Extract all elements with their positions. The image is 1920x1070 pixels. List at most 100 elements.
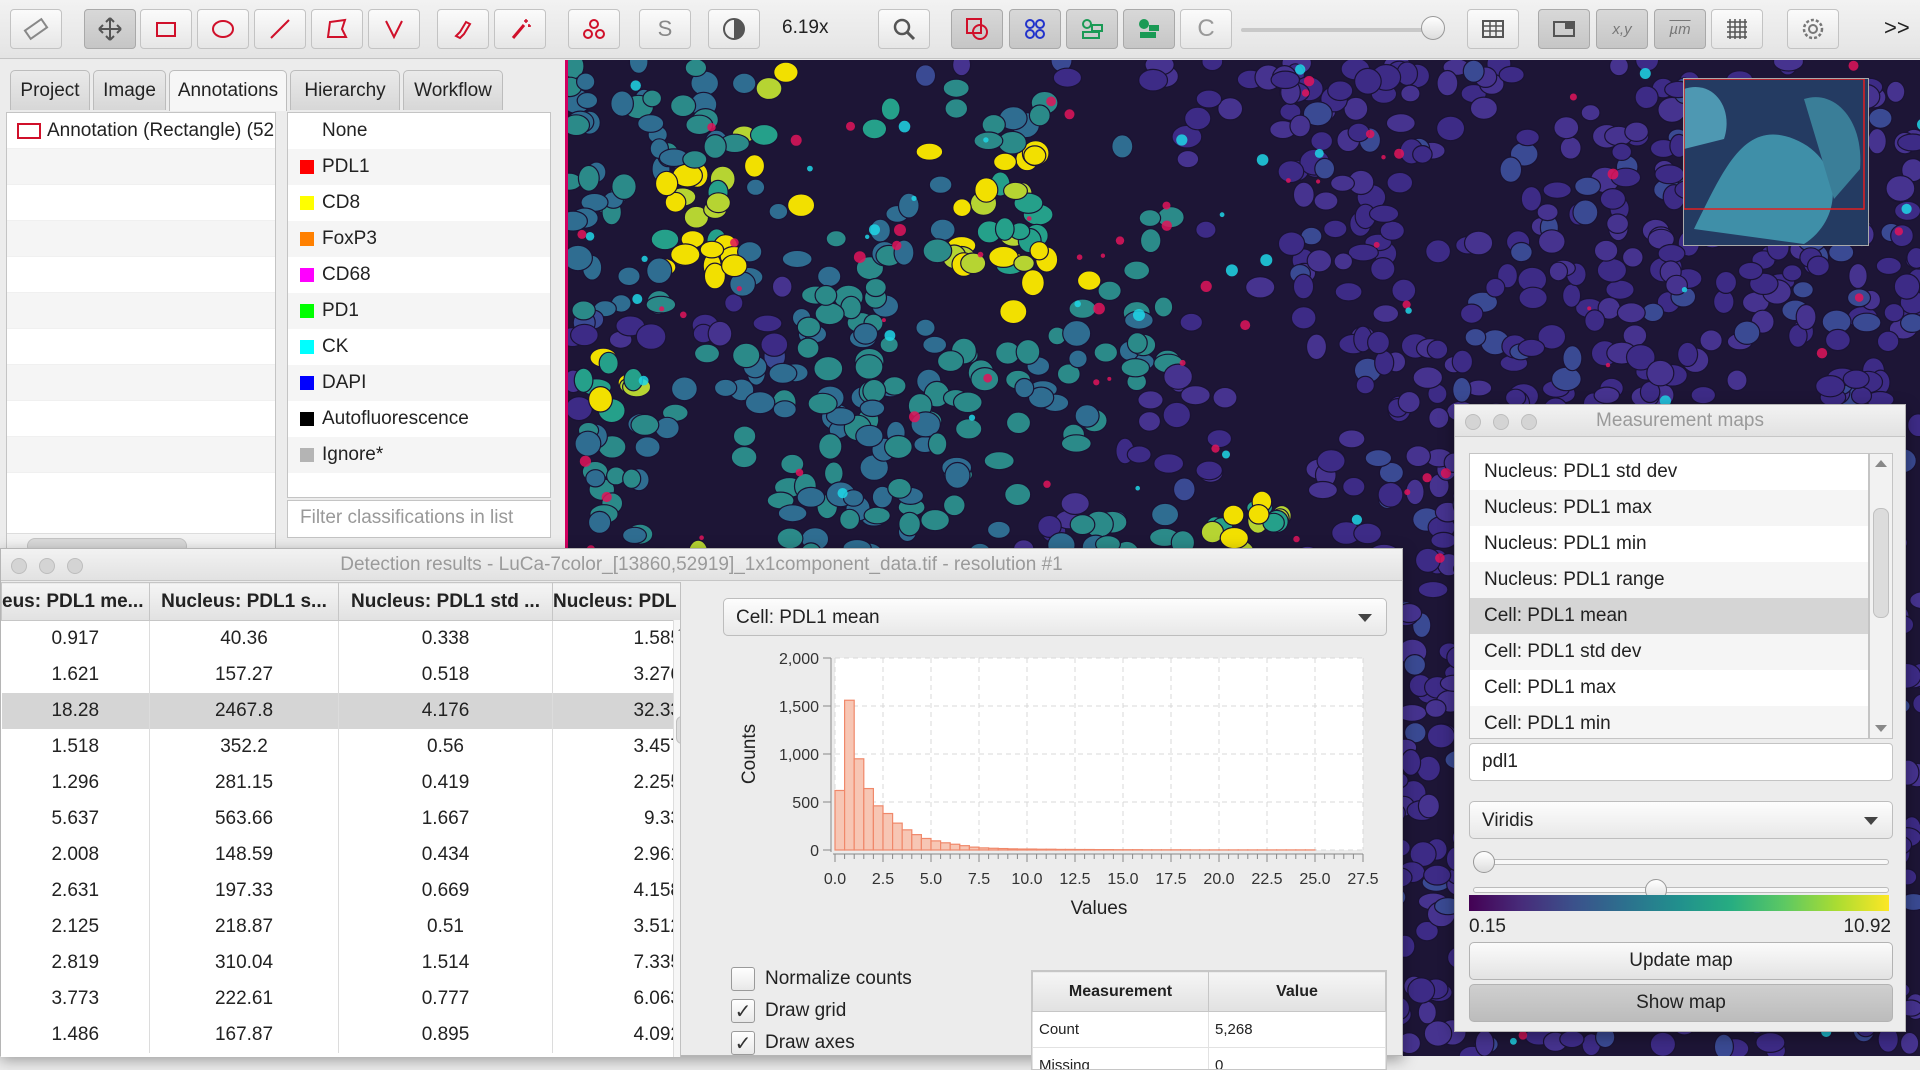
preferences-button[interactable]	[1787, 9, 1839, 49]
class-item[interactable]: Autofluorescence	[288, 401, 550, 437]
class-item[interactable]: None	[288, 113, 550, 149]
zoom-to-fit-button[interactable]	[878, 9, 930, 49]
column-header[interactable]: eus: PDL1 me...	[2, 583, 150, 621]
wand-tool-button[interactable]	[494, 9, 546, 49]
mmaps-title-bar[interactable]: Measurement maps	[1455, 405, 1905, 437]
normalize-counts-checkbox[interactable]: Normalize counts	[731, 967, 912, 991]
scalebar-button[interactable]: µm	[1654, 9, 1706, 49]
brush-tool-button[interactable]	[437, 9, 489, 49]
list-item[interactable]: Nucleus: PDL1 min	[1470, 526, 1868, 562]
list-item-selected[interactable]: Cell: PDL1 mean	[1470, 598, 1868, 634]
move-tool-button[interactable]	[84, 9, 136, 49]
ellipse-tool-button[interactable]	[197, 9, 249, 49]
update-map-button[interactable]: Update map	[1469, 942, 1893, 980]
polyline-tool-button[interactable]	[368, 9, 420, 49]
show-connections-button[interactable]: C	[1180, 9, 1232, 49]
zoom-window-icon[interactable]	[67, 558, 83, 574]
grid-button[interactable]	[1711, 9, 1763, 49]
brightness-contrast-button[interactable]	[708, 9, 760, 49]
class-item[interactable]: CD8	[288, 185, 550, 221]
table-row[interactable]: 5.637563.661.6679.33	[2, 801, 682, 837]
list-item[interactable]: Annotation (Rectangle) (52	[7, 113, 275, 149]
draw-grid-checkbox[interactable]: ✓Draw grid	[731, 999, 846, 1023]
column-header[interactable]: Value	[1209, 972, 1386, 1012]
line-tool-button[interactable]	[254, 9, 306, 49]
results-table[interactable]: eus: PDL1 me... Nucleus: PDL1 s... Nucle…	[1, 582, 681, 1057]
tab-project[interactable]: Project	[10, 70, 90, 110]
min-display-slider[interactable]	[1473, 851, 1889, 873]
column-header[interactable]: Measurement	[1033, 972, 1209, 1012]
opacity-slider-thumb[interactable]	[1421, 16, 1445, 40]
polygon-tool-button[interactable]	[311, 9, 363, 49]
measurement-list-scrollbar[interactable]	[1869, 453, 1893, 739]
annotation-list[interactable]: Annotation (Rectangle) (52	[6, 112, 276, 558]
table-row[interactable]: 0.91740.360.3381.585	[2, 621, 682, 657]
measurement-filter-input[interactable]: pdl1	[1469, 743, 1893, 781]
tab-annotations[interactable]: Annotations	[169, 70, 287, 111]
list-item[interactable]: Cell: PDL1 max	[1470, 670, 1868, 706]
show-detections-button[interactable]	[1066, 9, 1118, 49]
table-row[interactable]: 18.282467.84.17632.33	[2, 693, 682, 729]
table-row[interactable]: 1.621157.270.5183.276	[2, 657, 682, 693]
fill-detections-button[interactable]	[1123, 9, 1175, 49]
close-window-icon[interactable]	[1465, 414, 1481, 430]
results-title-bar[interactable]: Detection results - LuCa-7color_[13860,5…	[1, 549, 1402, 581]
class-item[interactable]: Ignore*	[288, 437, 550, 473]
toolbar-overflow-button[interactable]: >>	[1884, 15, 1910, 41]
class-filter-input[interactable]: Filter classifications in list	[287, 500, 551, 538]
checkbox-box[interactable]: ✓	[731, 1031, 755, 1055]
class-item[interactable]: FoxP3	[288, 221, 550, 257]
close-window-icon[interactable]	[11, 558, 27, 574]
list-item[interactable]: Nucleus: PDL1 max	[1470, 490, 1868, 526]
table-row[interactable]: 1.518352.20.563.457	[2, 729, 682, 765]
table-row[interactable]: 2.819310.041.5147.335	[2, 945, 682, 981]
rectangle-tool-button[interactable]	[140, 9, 192, 49]
scroll-down-icon[interactable]	[1875, 725, 1887, 732]
checkbox-box[interactable]: ✓	[731, 999, 755, 1023]
points-tool-button[interactable]	[568, 9, 620, 49]
vertical-scroll-thumb[interactable]	[1873, 508, 1889, 618]
class-item[interactable]: CD68	[288, 257, 550, 293]
colormap-select[interactable]: Viridis	[1469, 801, 1893, 839]
scroll-up-icon[interactable]	[1875, 460, 1887, 467]
list-item[interactable]: Nucleus: PDL1 range	[1470, 562, 1868, 598]
show-map-button[interactable]: Show map	[1469, 984, 1893, 1022]
table-row[interactable]: 2.125218.870.513.512	[2, 909, 682, 945]
show-annotations-button[interactable]	[951, 9, 1003, 49]
tab-image[interactable]: Image	[93, 70, 166, 110]
min-slider-track[interactable]	[1473, 859, 1889, 865]
list-item[interactable]: Cell: PDL1 min	[1470, 706, 1868, 739]
overview-thumbnail[interactable]	[1683, 78, 1869, 246]
show-cursor-location-button[interactable]: x,y	[1596, 9, 1648, 49]
measurement-table-button[interactable]	[1467, 9, 1519, 49]
column-header[interactable]: Nucleus: PDL1 std ...	[339, 583, 553, 621]
checkbox-box[interactable]	[731, 967, 755, 991]
class-item[interactable]: PD1	[288, 293, 550, 329]
table-row[interactable]: 2.008148.590.4342.961	[2, 837, 682, 873]
table-row[interactable]: 2.631197.330.6694.158	[2, 873, 682, 909]
class-item[interactable]: PDL1	[288, 149, 550, 185]
selection-mode-button[interactable]: S	[639, 9, 691, 49]
opacity-slider-track[interactable]	[1241, 28, 1436, 32]
list-item[interactable]: Cell: PDL1 std dev	[1470, 634, 1868, 670]
minimize-window-icon[interactable]	[1493, 414, 1509, 430]
table-row[interactable]: 1.486167.870.8954.092	[2, 1017, 682, 1053]
zoom-window-icon[interactable]	[1521, 414, 1537, 430]
vertical-scrollbar[interactable]	[673, 620, 681, 1057]
classification-list[interactable]: None PDL1 CD8 FoxP3 CD68 PD1 CK DAPI Aut…	[287, 112, 551, 498]
min-slider-thumb[interactable]	[1473, 851, 1495, 873]
measurement-list[interactable]: Nucleus: PDL1 std dev Nucleus: PDL1 max …	[1469, 453, 1869, 739]
class-item[interactable]: CK	[288, 329, 550, 365]
class-item[interactable]: DAPI	[288, 365, 550, 401]
measure-tool-button[interactable]	[10, 9, 62, 49]
column-header[interactable]: Nucleus: PDL	[553, 583, 682, 621]
minimize-window-icon[interactable]	[39, 558, 55, 574]
column-header[interactable]: Nucleus: PDL1 s...	[150, 583, 339, 621]
list-item[interactable]: Nucleus: PDL1 std dev	[1470, 454, 1868, 490]
max-slider-track[interactable]	[1473, 887, 1889, 893]
show-tma-grid-button[interactable]	[1009, 9, 1061, 49]
tab-workflow[interactable]: Workflow	[403, 70, 503, 110]
histogram-measurement-select[interactable]: Cell: PDL1 mean	[723, 598, 1387, 636]
tab-hierarchy[interactable]: Hierarchy	[290, 70, 400, 110]
table-row[interactable]: 1.296281.150.4192.255	[2, 765, 682, 801]
